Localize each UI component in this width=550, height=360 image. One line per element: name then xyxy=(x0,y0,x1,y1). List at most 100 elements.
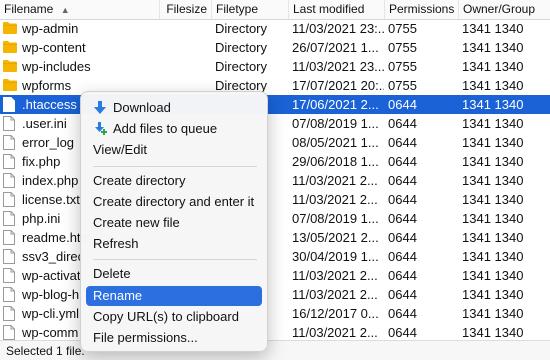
menu-item-file-permissions-label: File permissions... xyxy=(93,330,198,345)
file-owner-group: 1341 1340 xyxy=(462,211,524,226)
menu-item-create-directory-enter-label: Create directory and enter it xyxy=(93,194,255,209)
menu-item-create-new-file-label: Create new file xyxy=(93,215,180,230)
file-icon xyxy=(3,154,17,169)
menu-item-file-permissions[interactable]: File permissions... xyxy=(86,328,262,348)
menu-item-create-new-file[interactable]: Create new file xyxy=(86,213,262,233)
file-owner-group: 1341 1340 xyxy=(462,116,524,131)
file-name: wp-admin xyxy=(22,21,79,36)
file-last-modified: 17/07/2021 20:... xyxy=(292,78,384,93)
download-icon xyxy=(93,101,107,115)
column-header-filetype-label: Filetype xyxy=(216,2,259,16)
file-type: Directory xyxy=(215,59,268,74)
file-owner-group: 1341 1340 xyxy=(462,192,524,207)
menu-item-add-to-queue[interactable]: Add files to queue xyxy=(86,119,262,139)
column-header-permissions[interactable]: Permissions xyxy=(385,0,459,19)
context-menu: Download Add files to queue View/Edit Cr… xyxy=(80,91,268,352)
file-last-modified: 17/06/2021 2... xyxy=(292,97,379,112)
file-last-modified: 11/03/2021 2... xyxy=(292,268,378,283)
file-owner-group: 1341 1340 xyxy=(462,306,524,321)
menu-item-create-directory-label: Create directory xyxy=(93,173,186,188)
menu-item-view-edit[interactable]: View/Edit xyxy=(86,140,262,160)
menu-item-refresh[interactable]: Refresh xyxy=(86,234,262,254)
column-header-owner-group-label: Owner/Group xyxy=(463,2,536,16)
column-header-permissions-label: Permissions xyxy=(389,2,455,16)
menu-item-refresh-label: Refresh xyxy=(93,236,139,251)
file-permissions: 0644 xyxy=(388,154,417,169)
file-last-modified: 16/12/2017 0... xyxy=(292,306,379,321)
add-to-queue-icon xyxy=(93,122,107,136)
file-permissions: 0644 xyxy=(388,173,417,188)
file-icon xyxy=(3,97,17,112)
file-row[interactable]: wp-content Directory 26/07/2021 1... 0755 13… xyxy=(0,38,550,57)
column-header-filesize[interactable]: Filesize xyxy=(160,0,212,19)
column-header-filename[interactable]: Filename ▲ xyxy=(0,0,160,19)
file-type: Directory xyxy=(215,21,268,36)
file-permissions: 0644 xyxy=(388,211,417,226)
column-header-last-modified-label: Last modified xyxy=(293,2,365,16)
column-header-filetype[interactable]: Filetype xyxy=(212,0,289,19)
file-last-modified: 11/03/2021 2... xyxy=(292,192,378,207)
menu-separator xyxy=(93,166,257,167)
file-owner-group: 1341 1340 xyxy=(462,78,524,93)
file-row[interactable]: wp-includes Directory 11/03/2021 23... 0755… xyxy=(0,57,550,76)
file-permissions: 0644 xyxy=(388,249,417,264)
menu-item-create-directory[interactable]: Create directory xyxy=(86,171,262,191)
folder-icon xyxy=(3,78,17,93)
file-permissions: 0755 xyxy=(388,40,417,55)
file-owner-group: 1341 1340 xyxy=(462,230,524,245)
menu-item-delete-label: Delete xyxy=(93,266,131,281)
sort-ascending-icon: ▲ xyxy=(60,5,70,15)
file-last-modified: 08/05/2021 1... xyxy=(292,135,379,150)
file-icon xyxy=(3,230,17,245)
file-icon xyxy=(3,192,17,207)
file-name: wp-content xyxy=(22,40,86,55)
file-last-modified: 11/03/2021 23:... xyxy=(292,21,384,36)
file-owner-group: 1341 1340 xyxy=(462,268,524,283)
menu-item-download[interactable]: Download xyxy=(86,98,262,118)
menu-separator xyxy=(93,259,257,260)
file-icon xyxy=(3,211,17,226)
file-last-modified: 11/03/2021 2... xyxy=(292,173,378,188)
file-owner-group: 1341 1340 xyxy=(462,135,524,150)
column-header-last-modified[interactable]: Last modified xyxy=(289,0,385,19)
file-permissions: 0755 xyxy=(388,78,417,93)
file-icon xyxy=(3,306,17,321)
menu-item-copy-urls-label: Copy URL(s) to clipboard xyxy=(93,309,239,324)
file-permissions: 0644 xyxy=(388,306,417,321)
file-icon xyxy=(3,268,17,283)
file-owner-group: 1341 1340 xyxy=(462,21,524,36)
file-permissions: 0644 xyxy=(388,135,417,150)
menu-item-copy-urls[interactable]: Copy URL(s) to clipboard xyxy=(86,307,262,327)
file-owner-group: 1341 1340 xyxy=(462,154,524,169)
folder-icon xyxy=(3,59,17,74)
file-icon xyxy=(3,287,17,302)
file-icon xyxy=(3,325,17,340)
column-header-owner-group[interactable]: Owner/Group xyxy=(459,0,550,19)
file-last-modified: 11/03/2021 2... xyxy=(292,325,378,340)
file-icon xyxy=(3,116,17,131)
menu-item-rename-label: Rename xyxy=(93,288,143,303)
column-header-filename-label: Filename xyxy=(4,2,54,16)
menu-item-delete[interactable]: Delete xyxy=(86,264,262,284)
file-owner-group: 1341 1340 xyxy=(462,325,524,340)
menu-item-rename[interactable]: Rename xyxy=(86,286,262,306)
file-owner-group: 1341 1340 xyxy=(462,287,524,302)
column-header-filesize-label: Filesize xyxy=(166,2,207,16)
file-size xyxy=(160,38,210,57)
remote-file-list-panel: Filename ▲ Filesize Filetype Last modifi… xyxy=(0,0,550,360)
folder-icon xyxy=(3,40,17,55)
column-header-bar: Filename ▲ Filesize Filetype Last modifi… xyxy=(0,0,550,20)
file-permissions: 0644 xyxy=(388,97,417,112)
file-last-modified: 13/05/2021 2... xyxy=(292,230,379,245)
file-size xyxy=(160,19,210,38)
file-row[interactable]: wp-admin Directory 11/03/2021 23:... 0755 13… xyxy=(0,19,550,38)
file-icon xyxy=(3,173,17,188)
file-last-modified: 07/08/2019 1... xyxy=(292,211,379,226)
file-permissions: 0644 xyxy=(388,268,417,283)
menu-item-download-label: Download xyxy=(113,100,171,115)
file-owner-group: 1341 1340 xyxy=(462,40,524,55)
file-last-modified: 11/03/2021 23... xyxy=(292,59,384,74)
file-icon xyxy=(3,249,17,264)
file-name: wp-includes xyxy=(22,59,91,74)
menu-item-create-directory-enter[interactable]: Create directory and enter it xyxy=(86,192,262,212)
